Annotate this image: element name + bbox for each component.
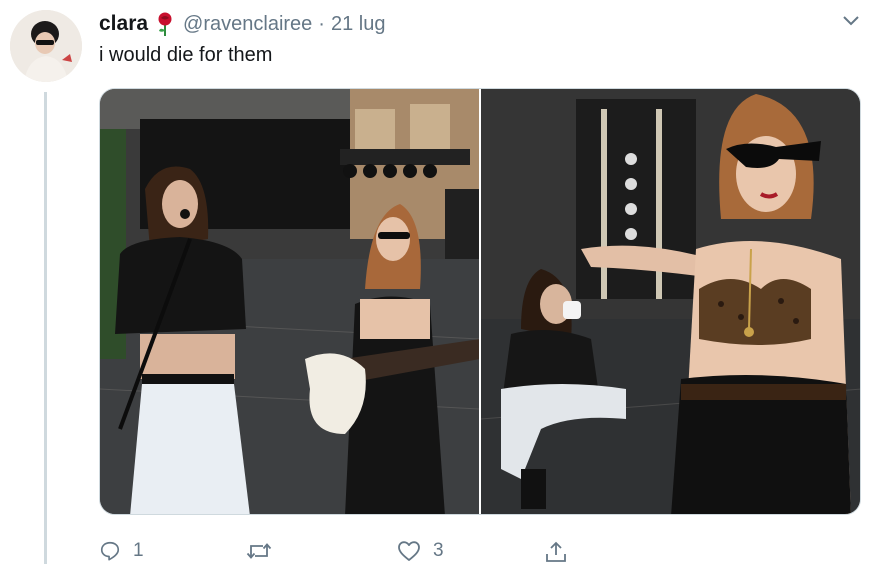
retweet-icon xyxy=(246,543,272,559)
separator-dot: · xyxy=(318,12,325,35)
media-photo-2[interactable] xyxy=(481,89,860,514)
more-options-button[interactable] xyxy=(842,14,860,32)
tweet-media xyxy=(99,88,861,515)
rose-emoji-icon xyxy=(155,11,175,37)
share-button[interactable] xyxy=(544,540,568,564)
reply-count: 1 xyxy=(133,540,144,561)
tweet-date[interactable]: 21 lug xyxy=(331,13,386,36)
thread-line xyxy=(44,92,47,564)
author-handle[interactable]: @ravenclairee xyxy=(183,13,312,36)
avatar[interactable] xyxy=(10,10,82,82)
author-name[interactable]: clara xyxy=(99,12,148,36)
chevron-down-icon xyxy=(843,16,859,26)
reply-button[interactable]: 1 xyxy=(99,540,144,562)
stage-photo-2 xyxy=(481,89,860,514)
tweet-text: i would die for them xyxy=(99,44,273,66)
reply-icon xyxy=(100,541,120,561)
stage-photo-1 xyxy=(100,89,479,514)
avatar-image xyxy=(10,10,82,82)
like-button[interactable]: 3 xyxy=(397,540,444,562)
tweet-header: clara @ravenclairee · 21 lug xyxy=(99,10,385,38)
heart-icon xyxy=(398,541,420,561)
media-photo-1[interactable] xyxy=(100,89,479,514)
share-icon xyxy=(546,541,566,562)
retweet-button[interactable] xyxy=(246,540,284,562)
tweet-actions: 1 3 xyxy=(99,540,659,568)
like-count: 3 xyxy=(433,540,444,561)
